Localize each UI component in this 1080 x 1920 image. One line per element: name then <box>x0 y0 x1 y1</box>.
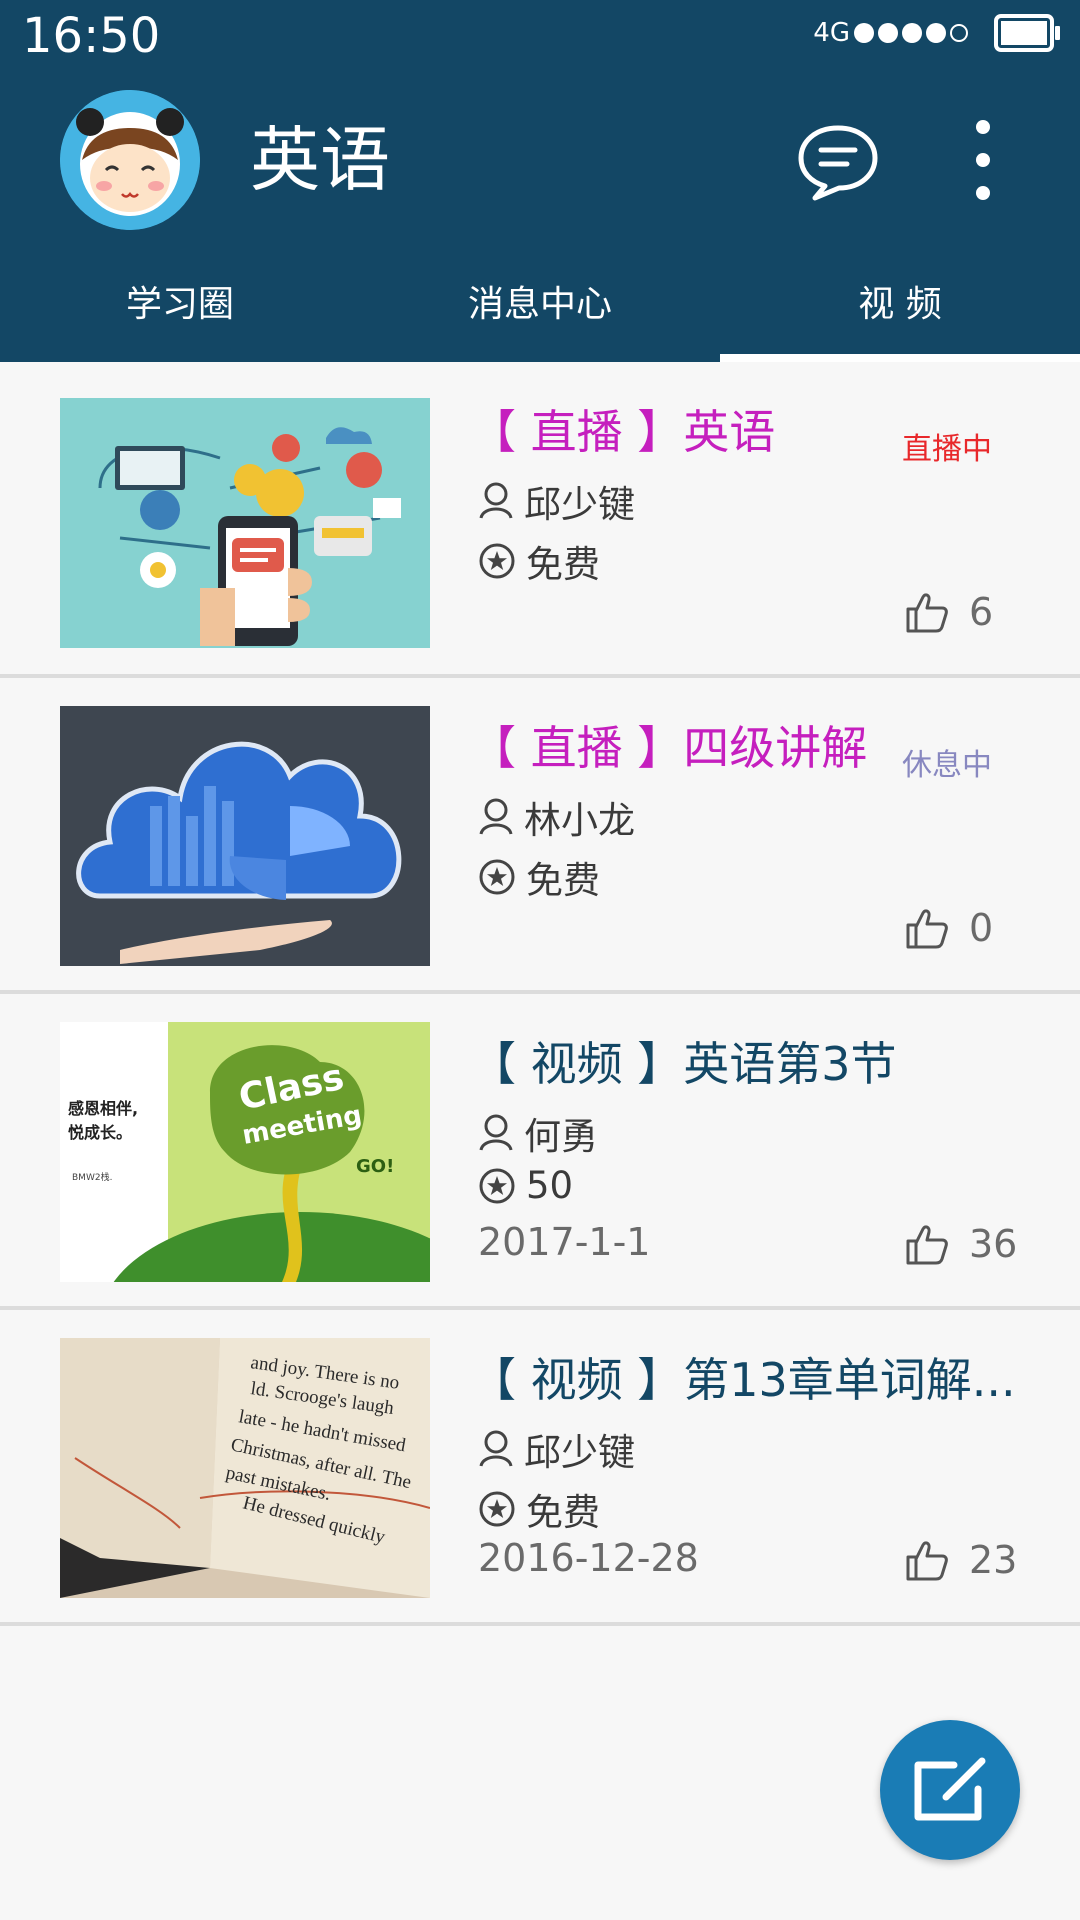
like-count: 6 <box>969 590 994 634</box>
video-list: 【 直播 】英语 直播中 邱少键 免费 6 【 直播 】四级讲解 休息中 林小龙… <box>0 362 1080 1626</box>
app-header: 16:50 4G 英语 学习圈 消息中心 视 频 <box>0 0 1080 362</box>
item-title[interactable]: 【 视频 】英语第3节 <box>470 1034 897 1094</box>
list-item[interactable]: 感恩相伴, 悦成长。 BMW2栈. Class meeting GO! 【 视频… <box>0 994 1080 1310</box>
live-status-badge: 直播中 <box>902 432 992 467</box>
list-item[interactable]: and joy. There is no ld. Scrooge's laugh… <box>0 1310 1080 1626</box>
price: 免费 <box>526 543 600 586</box>
avatar[interactable] <box>60 90 200 230</box>
item-title[interactable]: 【 视频 】第13章单词解... <box>470 1350 1016 1410</box>
network-type: 4G <box>813 18 850 48</box>
price: 免费 <box>526 859 600 902</box>
author-row: 何勇 <box>478 1106 598 1160</box>
tab-bar: 学习圈 消息中心 视 频 <box>0 270 1080 362</box>
battery-icon <box>994 14 1060 52</box>
likes-row[interactable]: 36 <box>905 1222 1017 1266</box>
chat-bubble-icon[interactable] <box>795 122 881 202</box>
thumb-up-icon <box>906 1225 948 1265</box>
tab-video[interactable]: 视 频 <box>720 270 1080 362</box>
star-circle-icon <box>479 1491 515 1527</box>
price-row: 免费 <box>478 1482 600 1536</box>
author-row: 林小龙 <box>478 790 635 844</box>
side-text-line2: 悦成长。 <box>68 1123 132 1142</box>
star-circle-icon <box>479 543 515 579</box>
author-row: 邱少键 <box>478 474 635 528</box>
like-count: 0 <box>969 906 994 950</box>
likes-row[interactable]: 6 <box>905 590 993 634</box>
person-icon <box>479 1114 513 1151</box>
price: 50 <box>526 1164 574 1207</box>
author-name: 邱少键 <box>524 1431 635 1474</box>
page-title: 英语 <box>250 119 390 201</box>
item-title[interactable]: 【 直播 】四级讲解 <box>470 718 867 778</box>
person-icon <box>479 1430 513 1467</box>
signal-dot-icon <box>878 23 898 43</box>
author-name: 邱少键 <box>524 483 635 526</box>
thumbnail-image <box>60 398 430 648</box>
signal-dot-icon <box>902 23 922 43</box>
publish-date: 2016-12-28 <box>478 1536 699 1580</box>
compose-button[interactable] <box>880 1720 1020 1860</box>
likes-row[interactable]: 23 <box>905 1538 1017 1582</box>
price-row: 免费 <box>478 850 600 904</box>
person-icon <box>479 798 513 835</box>
star-circle-icon <box>479 1168 515 1203</box>
live-status-badge: 休息中 <box>902 748 992 783</box>
signal-dot-icon <box>950 24 968 42</box>
likes-row[interactable]: 0 <box>905 906 993 950</box>
list-item[interactable]: 【 直播 】英语 直播中 邱少键 免费 6 <box>0 362 1080 678</box>
thumbnail-image: and joy. There is no ld. Scrooge's laugh… <box>60 1338 430 1598</box>
star-circle-icon <box>479 859 515 895</box>
side-text-small: BMW2栈. <box>72 1171 112 1183</box>
signal-dot-icon <box>854 23 874 43</box>
go-word: GO! <box>356 1156 394 1177</box>
author-name: 何勇 <box>524 1115 598 1158</box>
status-indicators: 4G <box>813 14 1060 52</box>
thumb-up-icon <box>906 593 948 633</box>
author-name: 林小龙 <box>524 799 635 842</box>
tab-message-center[interactable]: 消息中心 <box>360 270 720 362</box>
price-row: 50 <box>478 1164 573 1207</box>
price: 免费 <box>526 1491 600 1534</box>
item-title[interactable]: 【 直播 】英语 <box>470 402 775 462</box>
thumb-up-icon <box>906 909 948 949</box>
side-text-line1: 感恩相伴, <box>68 1099 138 1118</box>
price-row: 免费 <box>478 534 600 588</box>
edit-icon <box>914 1757 986 1821</box>
thumbnail-image: 感恩相伴, 悦成长。 BMW2栈. Class meeting GO! <box>60 1022 430 1282</box>
signal-dot-icon <box>926 23 946 43</box>
like-count: 36 <box>969 1222 1018 1266</box>
publish-date: 2017-1-1 <box>478 1220 651 1264</box>
tab-study-circle[interactable]: 学习圈 <box>0 270 360 362</box>
thumb-up-icon <box>906 1541 948 1581</box>
thumbnail-image <box>60 706 430 966</box>
like-count: 23 <box>969 1538 1018 1582</box>
more-vert-icon[interactable] <box>958 120 1008 200</box>
list-item[interactable]: 【 直播 】四级讲解 休息中 林小龙 免费 0 <box>0 678 1080 994</box>
status-time: 16:50 <box>22 8 161 64</box>
person-icon <box>479 482 513 519</box>
author-row: 邱少键 <box>478 1422 635 1476</box>
